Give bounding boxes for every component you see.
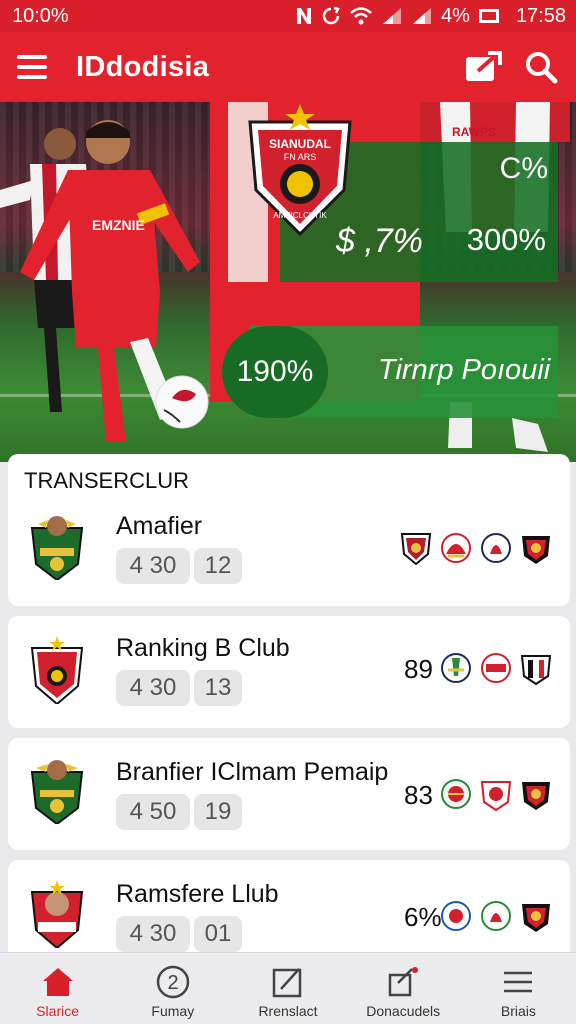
club-stat-pill: 19 (194, 794, 242, 830)
share-icon (388, 967, 419, 997)
number-two-icon: 2 (156, 965, 190, 999)
search-icon[interactable] (524, 50, 558, 84)
nfc-icon (297, 8, 312, 24)
club-avatar-icon (30, 636, 84, 704)
club-logos (440, 898, 552, 934)
stat-c: C% (499, 152, 548, 185)
app-actions (464, 49, 558, 85)
club-logo-icon (522, 904, 550, 932)
bottom-navigation: Slarice 2 Fumay Rrenslact Donacudels Bri… (0, 952, 576, 1024)
club-logo-icon (481, 533, 511, 563)
nav-item-fumay[interactable]: 2 Fumay (115, 953, 230, 1024)
club-avatar-icon (30, 760, 84, 824)
icon-digit: 2 (167, 972, 178, 994)
club-score: 83 (404, 780, 433, 810)
club-name: Ranking B Club (116, 634, 290, 662)
status-bar: 10:0% 4% 17:58 (0, 0, 576, 32)
club-stat-pill: 13 (194, 670, 242, 706)
club-logo-icon (480, 781, 512, 812)
crest-line-1: SIANUDAL (269, 137, 331, 151)
app-title: IDdodisia (76, 50, 210, 83)
sync-icon (322, 6, 340, 25)
hamburger-menu-button[interactable] (10, 45, 54, 89)
nav-item-briais[interactable]: Briais (461, 953, 576, 1024)
nav-label: Briais (500, 1003, 536, 1019)
club-logo-icon (441, 653, 471, 683)
club-score: 89 (404, 654, 433, 684)
club-logo-icon (441, 779, 471, 809)
battery-percent: 4% (441, 4, 470, 27)
nav-label: Slarice (36, 1003, 79, 1019)
menu-line (17, 55, 47, 59)
club-crest-icon: SIANUDAL FN ARS AMEICLCKTIK (248, 104, 352, 237)
signal-icon (383, 8, 402, 24)
right-player-jersey-text: RAWPS (452, 125, 496, 139)
club-stat-pill: 4 30 (116, 548, 190, 584)
club-name: Branfier IClmam Pemaip (116, 758, 389, 786)
club-logos (400, 530, 552, 566)
club-logo-icon (441, 901, 471, 931)
share-button-icon[interactable] (464, 49, 502, 85)
menu-line (17, 65, 47, 69)
club-card[interactable]: Branfier IClmam Pemaip 4 50 19 83 (8, 738, 570, 850)
club-card[interactable]: Ranking B Club 4 30 13 89 (8, 616, 570, 728)
wifi-icon (350, 7, 372, 25)
status-left-text: 10:0% (12, 4, 69, 27)
menu-line (17, 75, 47, 79)
menu-icon (504, 971, 533, 993)
club-avatar-icon (30, 880, 84, 948)
club-name: Ramsfere Llub (116, 880, 279, 908)
club-avatar-icon (30, 516, 84, 580)
club-logo-icon (522, 536, 550, 564)
crest-line-2: FN ARS (284, 152, 317, 162)
club-logo-icon (520, 655, 552, 686)
club-logo-icon (481, 653, 511, 683)
jersey-text: EMZNIE (92, 217, 145, 233)
stat-label: Tirnrp Poıouii (378, 354, 551, 386)
club-logo-icon (441, 533, 471, 563)
edit-icon (272, 968, 302, 998)
home-icon (42, 968, 73, 996)
stat-300: 300% (466, 222, 546, 257)
club-stat-pill: 4 30 (116, 916, 190, 952)
nav-item-rrenslact[interactable]: Rrenslact (230, 953, 345, 1024)
club-stat-pill: 01 (194, 916, 242, 952)
signal-icon (413, 8, 432, 24)
status-time: 17:58 (515, 4, 566, 27)
nav-label: Donacudels (366, 1003, 441, 1019)
club-stat-pill: 4 50 (116, 794, 190, 830)
hero-banner[interactable]: EMZNIE RAWPS C% $ ,7% 300% 190% Tirnrp P… (0, 102, 576, 462)
club-score: 6% (404, 902, 442, 932)
club-logo-icon (400, 533, 432, 566)
club-stat-pill: 12 (194, 548, 242, 584)
club-card[interactable]: Amafier 4 30 12 (8, 494, 570, 606)
crest-line-3: AMEICLCKTIK (273, 211, 327, 220)
battery-icon (478, 9, 499, 23)
club-stat-pill: 4 30 (116, 670, 190, 706)
club-logo-icon (481, 901, 511, 931)
club-card[interactable]: Ramsfere Llub 4 30 01 6% (8, 860, 570, 960)
app-bar: IDdodisia (0, 32, 576, 102)
soccer-ball-icon (155, 375, 209, 429)
section-title: TRANSERCLUR (24, 468, 190, 493)
club-logo-icon (522, 782, 550, 810)
nav-item-slarice[interactable]: Slarice (0, 953, 115, 1024)
nav-label: Fumay (151, 1003, 195, 1019)
club-name: Amafier (116, 512, 203, 540)
club-logos (440, 776, 552, 812)
nav-label: Rrenslact (258, 1003, 318, 1019)
nav-item-donacudels[interactable]: Donacudels (346, 953, 461, 1024)
status-icons: 4% 17:58 (295, 5, 566, 28)
stat-190-circle: 190% (222, 326, 328, 418)
club-logos (440, 650, 552, 686)
